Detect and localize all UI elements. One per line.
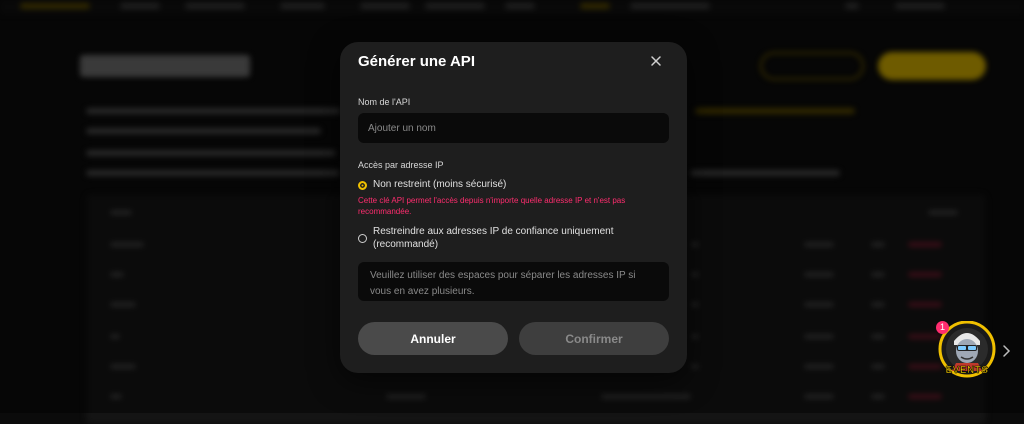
radio-unchecked-icon	[358, 234, 367, 243]
radio-option-unrestricted[interactable]: Non restreint (moins sécurisé)	[358, 178, 506, 191]
radio-checked-icon	[358, 181, 367, 190]
events-label: EVENTS	[945, 365, 989, 377]
events-next-button[interactable]	[1001, 344, 1011, 363]
security-warning: Cette clé API permet l'accès depuis n'im…	[358, 196, 626, 216]
chevron-right-icon	[1003, 345, 1011, 357]
radio-option-label: Non restreint (moins sécurisé)	[373, 179, 507, 190]
close-icon	[651, 56, 661, 66]
cancel-button[interactable]: Annuler	[358, 322, 508, 355]
modal-title: Générer une API	[358, 53, 475, 70]
radio-option-label: Restreindre aux adresses IP de confiance…	[373, 226, 614, 250]
api-name-input[interactable]	[358, 113, 669, 143]
ip-access-label: Accès par adresse IP	[358, 160, 444, 170]
confirm-button[interactable]: Confirmer	[519, 322, 669, 355]
generate-api-modal: Générer une API Nom de l'API Accès par a…	[340, 42, 687, 373]
events-badge: 1	[936, 321, 949, 334]
api-name-label: Nom de l'API	[358, 97, 411, 107]
events-widget[interactable]: 1 EVENTS	[936, 321, 998, 381]
close-button[interactable]	[648, 53, 664, 69]
radio-option-restricted[interactable]: Restreindre aux adresses IP de confiance…	[358, 225, 658, 251]
ip-addresses-input[interactable]	[358, 262, 669, 301]
